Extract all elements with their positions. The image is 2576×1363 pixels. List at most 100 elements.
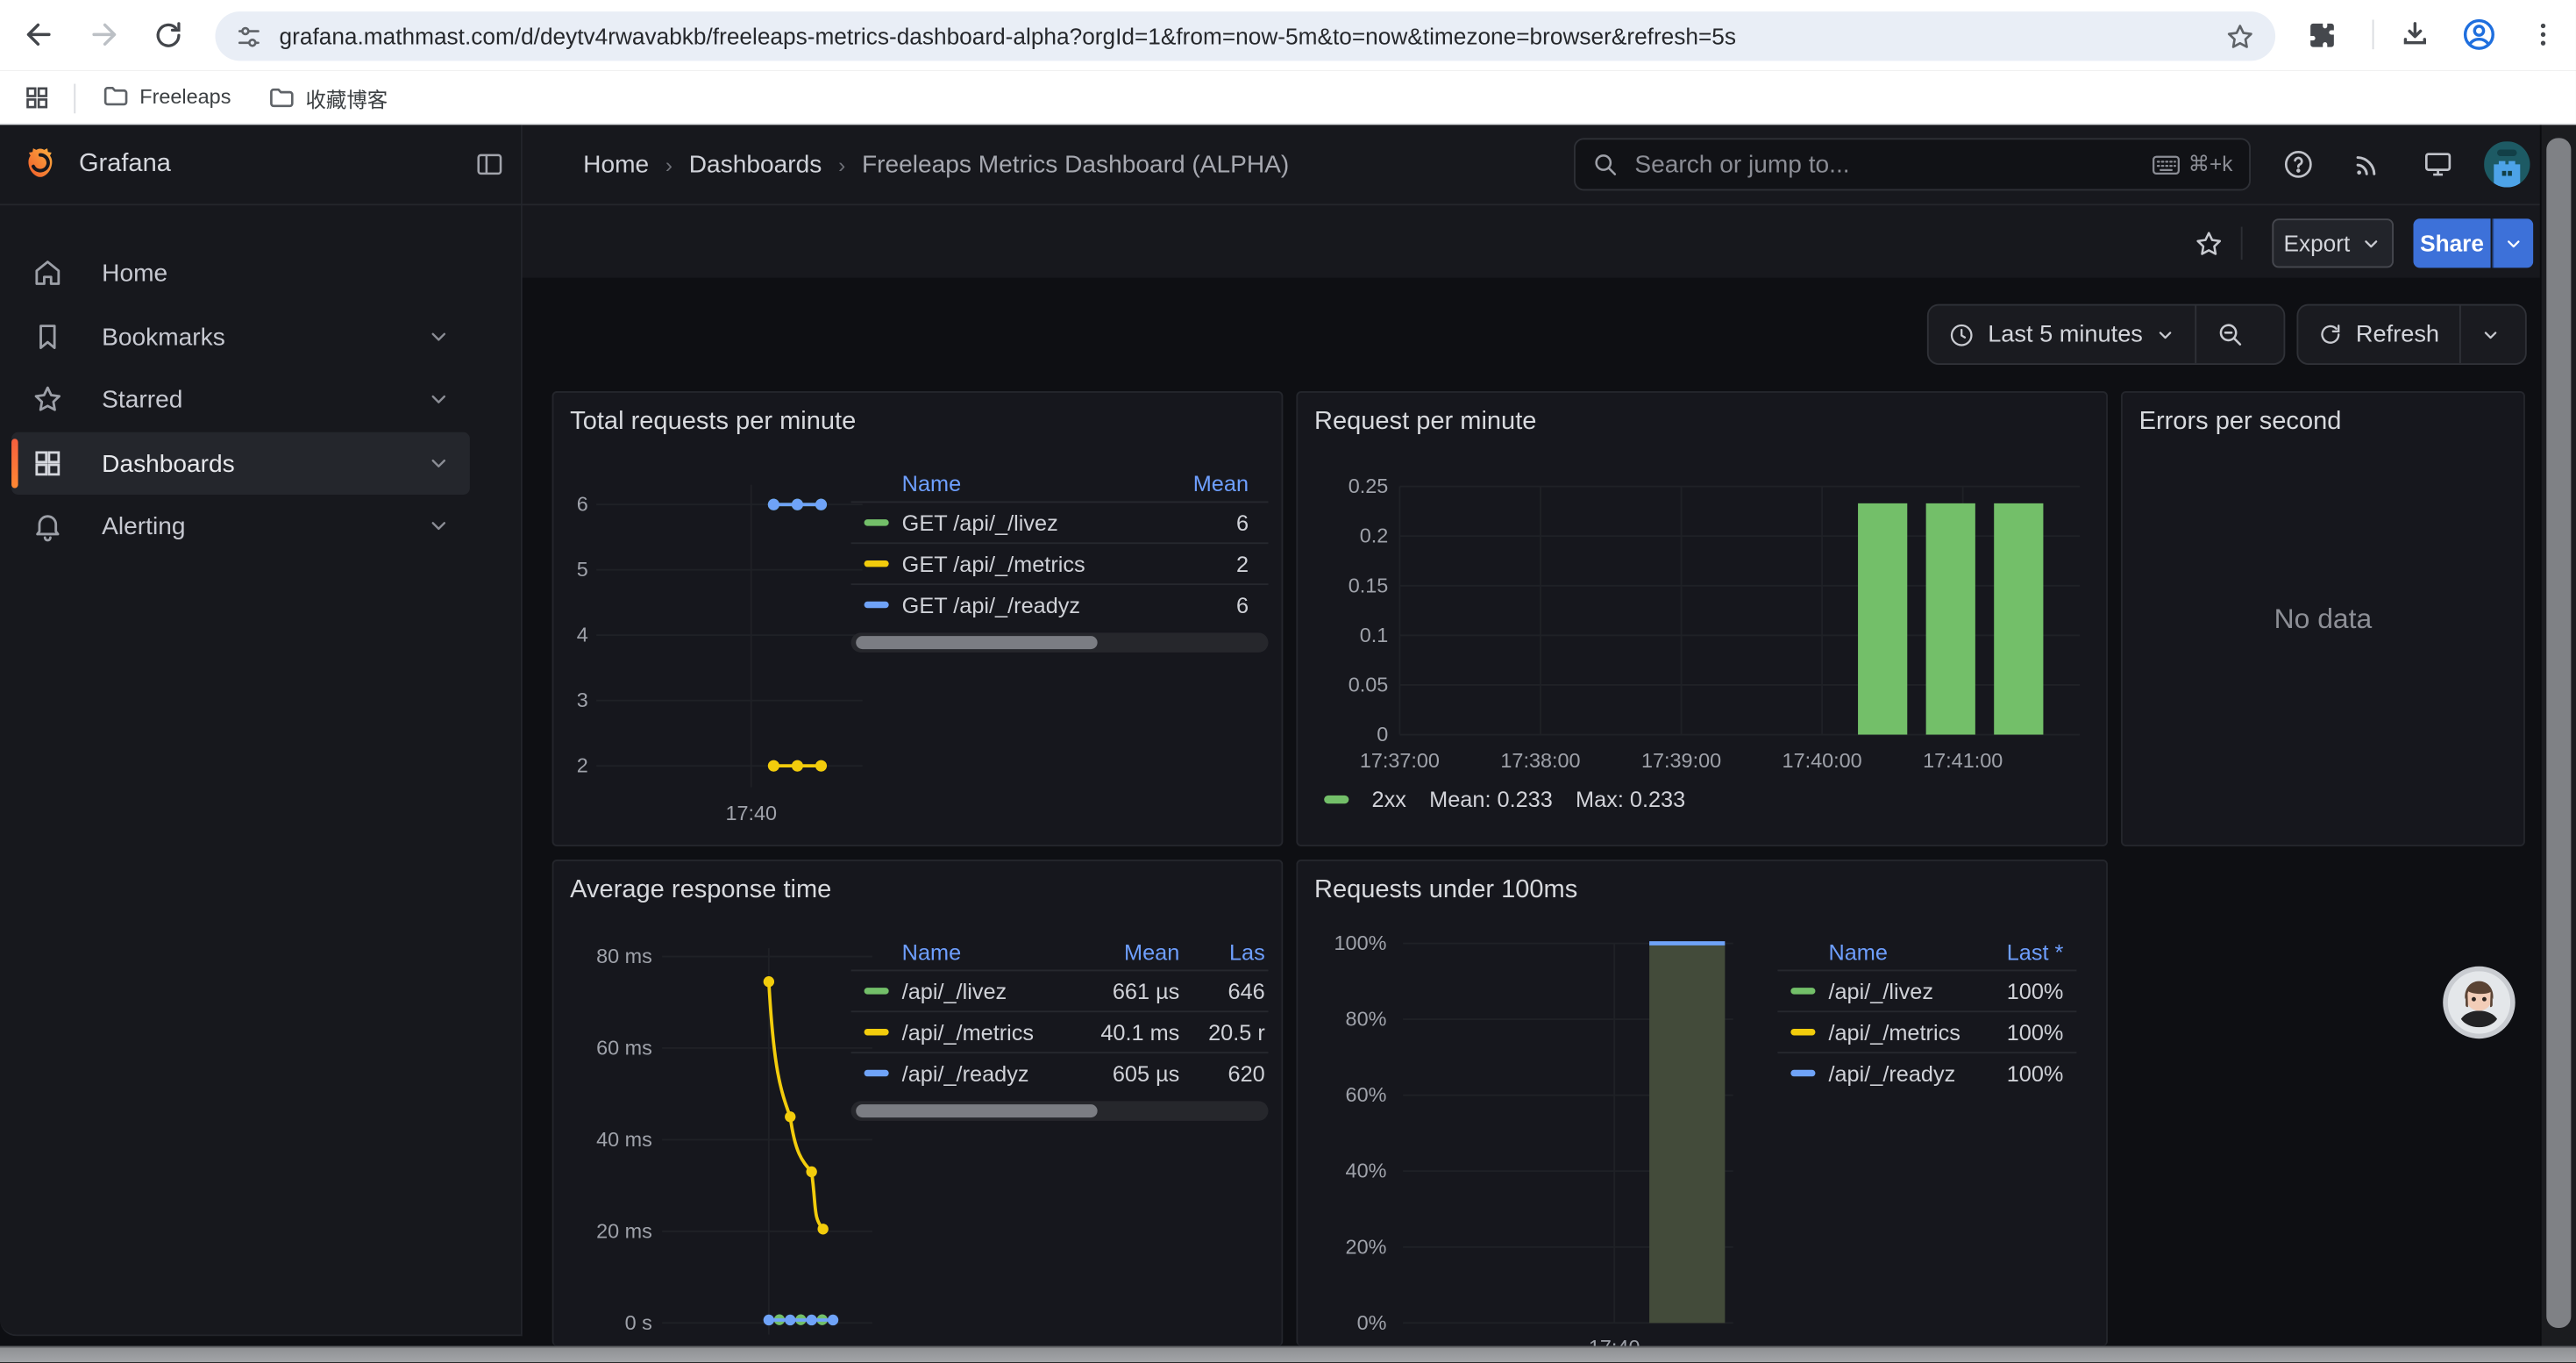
legend-scrollbar[interactable] [851, 1101, 1269, 1120]
extensions-puzzle-icon [2306, 19, 2338, 51]
series-name[interactable]: 2xx [1372, 788, 1406, 812]
requests-under-100ms-chart[interactable]: 100%80%60%40%20%0%17:40 [1311, 933, 1754, 1345]
chevron-down-icon[interactable] [427, 325, 450, 348]
reload-button[interactable] [145, 11, 190, 57]
downloads-button[interactable] [2392, 11, 2437, 57]
breadcrumb-current: Freeleaps Metrics Dashboard (ALPHA) [862, 150, 1289, 178]
refresh-interval-button[interactable] [2459, 306, 2520, 364]
assistant-avatar[interactable] [2443, 967, 2515, 1038]
scrollbar-thumb[interactable] [856, 1104, 1098, 1117]
legend-col-last[interactable]: Last * [1978, 939, 2063, 964]
request-per-minute-chart[interactable]: 17:37:0017:38:0017:39:0017:40:0017:41:00… [1311, 465, 2096, 784]
dock-menu-icon[interactable] [475, 150, 505, 180]
series-name[interactable]: /api/_/livez [902, 979, 1078, 1003]
legend-col-mean[interactable]: Mean [1078, 939, 1179, 964]
legend-col-name[interactable]: Name [902, 939, 1078, 964]
series-name[interactable]: GET /api/_/livez [902, 510, 1150, 535]
url-text[interactable]: grafana.mathmast.com/d/deytv4rwavabkb/fr… [280, 23, 2224, 49]
url-bar[interactable]: grafana.mathmast.com/d/deytv4rwavabkb/fr… [215, 11, 2275, 61]
active-indicator [11, 439, 18, 488]
legend-col-name[interactable]: Name [1828, 939, 1978, 964]
browser-menu-button[interactable] [2520, 11, 2565, 57]
legend-col-mean[interactable]: Mean [1150, 471, 1249, 496]
news-button[interactable] [2351, 148, 2383, 181]
breadcrumb-dashboards[interactable]: Dashboards [689, 150, 822, 178]
panel-title[interactable]: Errors per second [2139, 408, 2342, 438]
forward-button[interactable] [81, 11, 126, 57]
search-input[interactable] [1632, 149, 2139, 181]
chevron-down-icon [2361, 232, 2381, 253]
chevron-down-icon[interactable] [427, 452, 450, 475]
series-name[interactable]: /api/_/readyz [1828, 1060, 1978, 1085]
search-shortcut: ⌘+k [2152, 151, 2232, 177]
series-name[interactable]: /api/_/metrics [902, 1020, 1078, 1045]
chevron-down-icon[interactable] [427, 388, 450, 410]
sidebar-item-home[interactable]: Home [11, 241, 470, 303]
chevron-down-icon[interactable] [427, 514, 450, 537]
time-range-picker[interactable]: Last 5 minutes [1929, 306, 2195, 364]
profile-icon [2461, 17, 2497, 53]
legend-row[interactable]: /api/_/livez 661 µs 646 [851, 969, 1269, 1010]
extensions-button[interactable] [2298, 11, 2344, 57]
legend-row[interactable]: /api/_/metrics 40.1 ms 20.5 r [851, 1010, 1269, 1052]
legend-scrollbar[interactable] [851, 632, 1269, 652]
reload-icon [152, 19, 183, 51]
legend-row[interactable]: /api/_/readyz 605 µs 620 [851, 1052, 1269, 1093]
download-icon [2399, 18, 2431, 51]
series-name[interactable]: /api/_/readyz [902, 1060, 1078, 1085]
svg-text:0.25: 0.25 [1348, 475, 1389, 497]
bookmark-folder-blogs[interactable]: 收藏博客 [267, 82, 388, 114]
series-name[interactable]: /api/_/metrics [1828, 1020, 1978, 1045]
avg-response-time-chart[interactable]: 80 ms60 ms40 ms20 ms0 s17:40 [566, 940, 882, 1346]
breadcrumb-home[interactable]: Home [583, 150, 649, 178]
legend-row[interactable]: 2xx Mean: 0.233 Max: 0.233 [1324, 788, 1685, 812]
bookmarks-divider [74, 84, 75, 114]
share-menu-button[interactable] [2492, 218, 2533, 268]
help-button[interactable] [2282, 148, 2315, 181]
legend-row[interactable]: /api/_/livez 100% [1777, 969, 2076, 1010]
series-mean: Mean: 0.233 [1429, 788, 1553, 812]
no-data-message: No data [2123, 393, 2523, 845]
display-button[interactable] [2422, 148, 2454, 181]
bookmark-star-icon[interactable] [2224, 20, 2256, 52]
legend-row[interactable]: GET /api/_/readyz 6 [851, 583, 1269, 624]
legend-row[interactable]: /api/_/readyz 100% [1777, 1052, 2076, 1093]
vertical-scrollbar[interactable] [2540, 125, 2576, 1345]
profile-button[interactable] [2456, 11, 2501, 57]
panel-title[interactable]: Requests under 100ms [1314, 876, 1577, 906]
sidebar-item-starred[interactable]: Starred [11, 368, 470, 431]
time-range-group: Last 5 minutes [1927, 304, 2285, 365]
horizontal-scrollbar[interactable] [0, 1346, 2576, 1363]
favorite-dashboard-button[interactable] [2185, 220, 2231, 266]
scrollbar-thumb[interactable] [2546, 138, 2571, 1328]
zoom-out-button[interactable] [2195, 306, 2265, 364]
user-avatar[interactable] [2484, 141, 2530, 187]
grafana-logo[interactable] [21, 146, 59, 183]
series-name[interactable]: GET /api/_/readyz [902, 592, 1150, 617]
search-box[interactable]: ⌘+k [1574, 138, 2251, 190]
bookmark-folder-freeleaps[interactable]: Freeleaps [102, 82, 231, 111]
legend-col-name[interactable]: Name [902, 471, 1150, 496]
series-name[interactable]: /api/_/livez [1828, 979, 1978, 1003]
legend-row[interactable]: GET /api/_/livez 6 [851, 501, 1269, 542]
site-settings-icon[interactable] [235, 22, 263, 50]
apps-grid-button[interactable] [13, 74, 59, 119]
dashboards-grid-icon [32, 447, 64, 480]
export-button[interactable]: Export [2272, 218, 2394, 268]
legend-col-last[interactable]: Las [1179, 939, 1264, 964]
sidebar-item-dashboards[interactable]: Dashboards [11, 432, 470, 495]
panel-title[interactable]: Request per minute [1314, 408, 1536, 438]
legend-row[interactable]: /api/_/metrics 100% [1777, 1010, 2076, 1052]
sidebar-item-alerting[interactable]: Alerting [11, 495, 470, 557]
panel-title[interactable]: Total requests per minute [570, 408, 856, 438]
series-name[interactable]: GET /api/_/metrics [902, 552, 1150, 576]
legend-row[interactable]: GET /api/_/metrics 2 [851, 542, 1269, 583]
scrollbar-thumb[interactable] [856, 636, 1098, 649]
refresh-button[interactable]: Refresh [2298, 306, 2459, 364]
panel-title[interactable]: Average response time [570, 876, 831, 906]
total-requests-chart[interactable]: 6543217:40 [566, 472, 875, 840]
star-icon [2192, 228, 2224, 260]
sidebar-item-bookmarks[interactable]: Bookmarks [11, 306, 470, 368]
share-button[interactable]: Share [2413, 218, 2490, 268]
back-button[interactable] [17, 11, 62, 57]
